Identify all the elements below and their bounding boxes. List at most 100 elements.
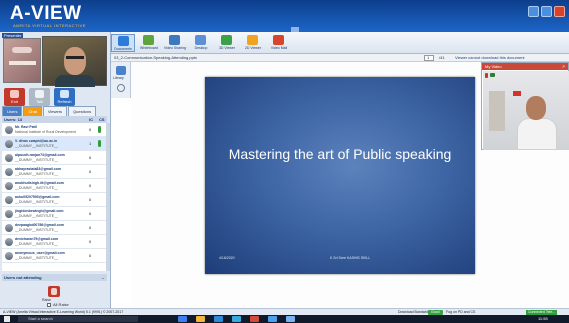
- user-row[interactable]: ashu05207590@gmail.com __DUMMY__INSTITUTE…: [2, 193, 107, 207]
- user-row[interactable]: deepaagbd00786@gmail.com __DUMMY__INSTITU…: [2, 221, 107, 235]
- user-org: National Institute of Rural Development: [15, 130, 76, 134]
- taskbar-search[interactable]: Start a search: [18, 316, 138, 322]
- library-panel: Library: [111, 62, 131, 98]
- presenter-video: [42, 36, 107, 87]
- user-name: alpuudh.ranjan73@gmail.com: [15, 153, 65, 157]
- window-controls: [528, 6, 565, 17]
- mic-icon[interactable]: [98, 140, 101, 147]
- app-icon[interactable]: [286, 316, 295, 322]
- user-list: Mr. Ravi Patil National Institute of Rura…: [2, 123, 107, 271]
- user-row[interactable]: anubhutisingh.iit@gmail.com __DUMMY__INST…: [2, 179, 107, 193]
- slide-author: K Sri Sree KASHIS SKILL: [330, 256, 371, 260]
- exit-button[interactable]: Exit: [4, 88, 25, 106]
- user-list-scrollbar[interactable]: [106, 123, 110, 271]
- user-org: __DUMMY__INSTITUTE__: [15, 186, 58, 190]
- minimize-button[interactable]: [528, 6, 539, 17]
- user-avatar-icon: [5, 224, 13, 232]
- page-input[interactable]: 1: [424, 55, 434, 61]
- user-row[interactable]: devicharan79@gmail.com __DUMMY__INSTITUTE…: [2, 235, 107, 249]
- user-avatar-icon: [5, 154, 13, 162]
- user-name: jingidonbewingh@gmail.com: [15, 209, 64, 213]
- user-count: 6: [89, 211, 92, 216]
- users-not-attending-header[interactable]: Users not attending –: [2, 274, 107, 281]
- slide: Mastering the art of Public speaking 4/1…: [205, 77, 475, 274]
- app-icon[interactable]: [250, 316, 259, 322]
- user-row[interactable]: alpuudh.ranjan73@gmail.com __DUMMY__INSTI…: [2, 151, 107, 165]
- slide-date: 4/16/2020: [219, 256, 235, 260]
- mic-icon[interactable]: [98, 126, 101, 133]
- user-name: V. divas cwaphi@au.ac.in: [15, 139, 58, 143]
- user-row[interactable]: anonymous_user@gmail.com __DUMMY__INSTITU…: [2, 249, 107, 263]
- user-count: 1: [89, 141, 92, 146]
- user-org: __DUMMY__INSTITUTE__: [15, 214, 58, 218]
- user-row[interactable]: V. divas cwaphi@au.ac.in __DUMMY__INSTITU…: [2, 137, 107, 151]
- desktop-button[interactable]: Desktop: [189, 34, 213, 52]
- 2d-viewer-button[interactable]: 2D Viewer: [241, 34, 265, 52]
- users-count: Users: 13: [4, 117, 23, 122]
- left-panel: Presenter Exit Talk Refresh Users Chat V…: [0, 32, 111, 308]
- taskbar-apps: [178, 316, 295, 322]
- refresh-icon[interactable]: [117, 84, 125, 92]
- aview-app-icon[interactable]: [268, 316, 277, 322]
- user-name: anubhutisingh.iit@gmail.com: [15, 181, 64, 185]
- presenter-controls: Exit Talk Refresh: [4, 88, 75, 106]
- video-mail-button[interactable]: Video Mail: [267, 34, 291, 52]
- user-count: 6: [89, 127, 92, 132]
- app-header: A-VIEW AMRITA VIRTUAL INTERACTIVE: [0, 0, 569, 32]
- windows-start-icon[interactable]: [4, 316, 10, 322]
- os-taskbar: Start a search 11:55: [0, 315, 569, 323]
- my-video-window[interactable]: My Video ↗: [481, 62, 569, 150]
- user-row[interactable]: jingidonbewingh@gmail.com __DUMMY__INSTIT…: [2, 207, 107, 221]
- image-icon: [247, 35, 258, 45]
- desktop-icon: [195, 35, 206, 45]
- hand-icon: [51, 288, 57, 295]
- refresh-button[interactable]: Refresh: [54, 88, 75, 106]
- user-row[interactable]: Mr. Ravi Patil National Institute of Rura…: [2, 123, 107, 137]
- user-count: 6: [89, 225, 92, 230]
- edge-icon[interactable]: [178, 316, 187, 322]
- user-count: 6: [89, 239, 92, 244]
- 3d-viewer-button[interactable]: 3D Viewer: [215, 34, 239, 52]
- maximize-button[interactable]: [541, 6, 552, 17]
- user-avatar-icon: [5, 238, 13, 246]
- mail-app-icon[interactable]: [232, 316, 241, 322]
- user-count: 6: [89, 197, 92, 202]
- user-avatar-icon: [5, 196, 13, 204]
- record-icon: [485, 73, 488, 78]
- version-text: A-VIEW (Amrita Virtual Interactive E-Lea…: [3, 310, 124, 314]
- folder-icon[interactable]: [196, 316, 205, 322]
- video-sharing-button[interactable]: Video Sharing: [163, 34, 187, 52]
- app-logo-subtitle: AMRITA VIRTUAL INTERACTIVE: [13, 23, 86, 28]
- user-count: 6: [89, 183, 92, 188]
- user-org: __DUMMY__INSTITUTE__: [15, 256, 58, 260]
- raise-hand-button[interactable]: [48, 286, 60, 297]
- column-ic: IC: [89, 117, 93, 122]
- all-raise-checkbox[interactable]: All Raise: [47, 302, 69, 307]
- column-cs: CS: [99, 117, 105, 122]
- talk-button[interactable]: Talk: [29, 88, 50, 106]
- user-org: __DUMMY__INSTITUTE__: [15, 242, 58, 246]
- module-toolbar: Documents Whiteboard Video Sharing Deskt…: [111, 32, 569, 54]
- my-video-header[interactable]: My Video ↗: [482, 63, 568, 70]
- cube-icon: [221, 35, 232, 45]
- expand-icon[interactable]: ↗: [562, 63, 565, 70]
- whiteboard-button[interactable]: Whiteboard: [137, 34, 161, 52]
- user-count: 6: [89, 169, 92, 174]
- user-org: __DUMMY__INSTITUTE__: [15, 172, 58, 176]
- user-avatar-icon: [5, 252, 13, 260]
- presenter-thumbnail: [3, 38, 41, 83]
- users-header: Users: 13 IC CS: [2, 116, 107, 123]
- user-name: Mr. Ravi Patil: [15, 125, 37, 129]
- user-org: __DUMMY__INSTITUTE__: [15, 200, 58, 204]
- user-name: anonymous_user@gmail.com: [15, 251, 65, 255]
- library-icon[interactable]: [116, 66, 126, 75]
- documents-button[interactable]: Documents: [111, 34, 135, 52]
- user-row[interactable]: abhayrastala83@gmail.com __DUMMY__INSTITU…: [2, 165, 107, 179]
- library-label: Library: [113, 76, 124, 80]
- store-icon[interactable]: [214, 316, 223, 322]
- close-button[interactable]: [554, 6, 565, 17]
- status-bar: A-VIEW (Amrita Virtual Interactive E-Lea…: [0, 308, 569, 315]
- document-icon: [118, 36, 129, 46]
- user-org: __DUMMY__INSTITUTE__: [15, 228, 58, 232]
- app-logo: A-VIEW: [10, 3, 82, 24]
